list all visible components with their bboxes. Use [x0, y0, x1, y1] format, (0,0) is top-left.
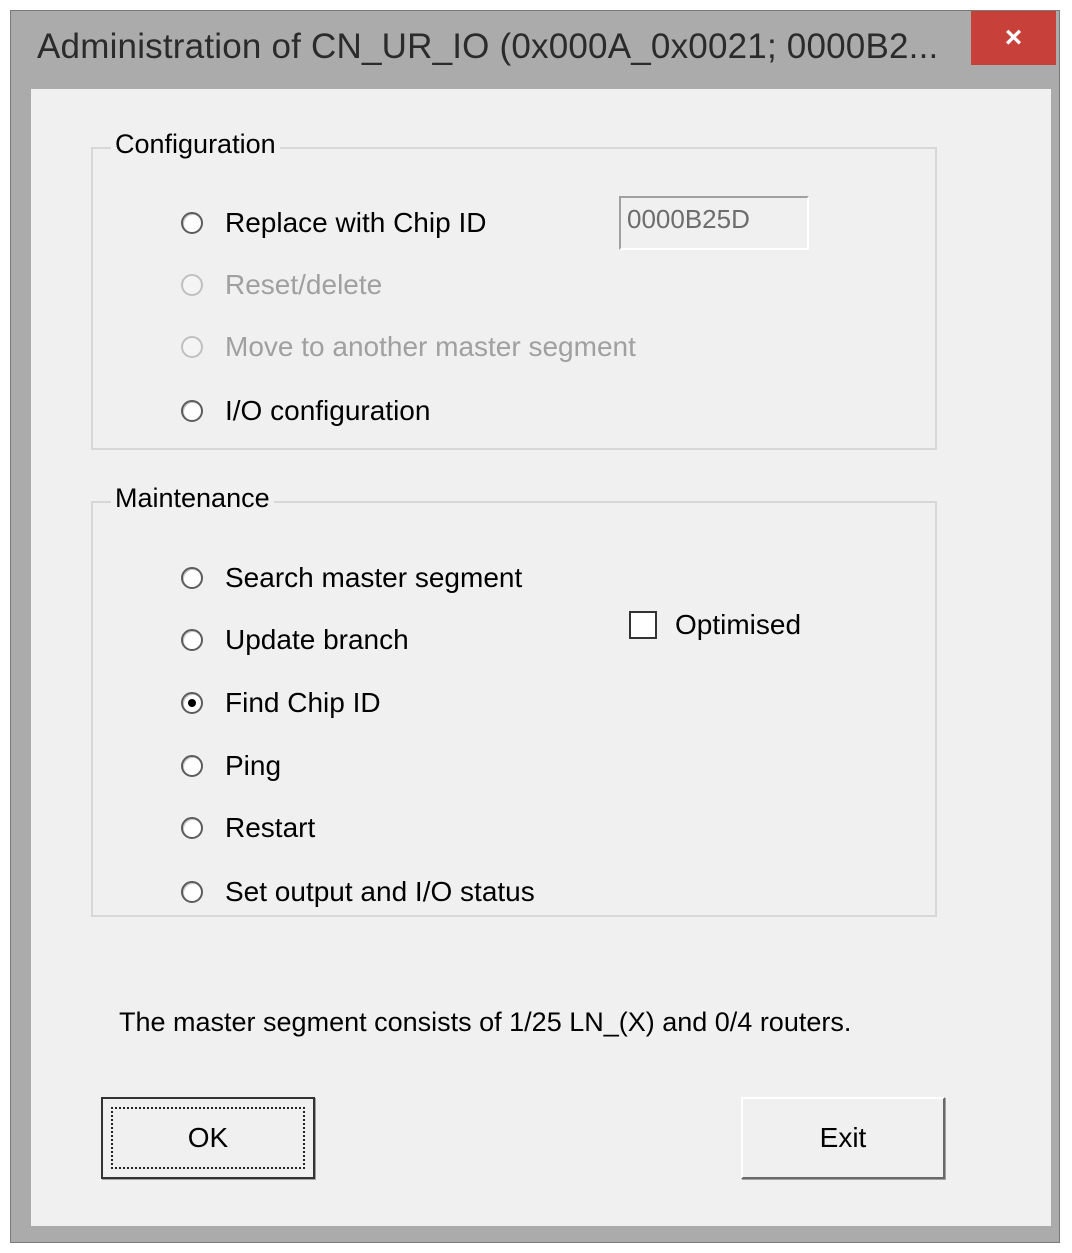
radio-circle[interactable] — [181, 567, 203, 589]
radio-circle[interactable] — [181, 817, 203, 839]
close-icon: × — [1004, 21, 1023, 54]
radio-update-branch[interactable]: Update branch — [181, 624, 409, 656]
exit-button-label: Exit — [819, 1122, 867, 1153]
radio-circle[interactable] — [181, 212, 203, 234]
close-button[interactable]: × — [971, 11, 1056, 65]
radio-label: Set output and I/O status — [225, 876, 535, 907]
radio-circle[interactable] — [181, 629, 203, 651]
radio-label: Restart — [225, 812, 316, 843]
optimised-checkbox[interactable] — [629, 611, 657, 639]
optimised-checkbox-row[interactable]: Optimised — [629, 609, 801, 641]
radio-move-to-master-segment: Move to another master segment — [181, 331, 636, 363]
radio-circle — [181, 274, 203, 296]
radio-circle[interactable] — [181, 881, 203, 903]
configuration-legend: Configuration — [111, 129, 280, 160]
radio-label: Find Chip ID — [225, 687, 381, 718]
radio-ping[interactable]: Ping — [181, 750, 281, 782]
radio-circle-selected[interactable] — [181, 692, 203, 714]
radio-set-output-io-status[interactable]: Set output and I/O status — [181, 876, 535, 908]
radio-label: Move to another master segment — [225, 331, 636, 362]
radio-reset-delete: Reset/delete — [181, 269, 382, 301]
chip-id-field[interactable]: 0000B25D — [619, 196, 809, 250]
window-title: Administration of CN_UR_IO (0x000A_0x002… — [37, 27, 939, 66]
radio-label: Replace with Chip ID — [225, 207, 487, 238]
radio-circle — [181, 336, 203, 358]
maintenance-legend: Maintenance — [111, 483, 274, 514]
radio-label: Reset/delete — [225, 269, 383, 300]
radio-search-master-segment[interactable]: Search master segment — [181, 562, 522, 594]
radio-circle[interactable] — [181, 400, 203, 422]
ok-button[interactable]: OK — [101, 1097, 315, 1179]
dialog-client-area: Configuration Replace with Chip ID 0000B… — [31, 89, 1051, 1226]
radio-label: I/O configuration — [225, 395, 431, 426]
master-segment-status: The master segment consists of 1/25 LN_(… — [119, 1007, 852, 1037]
exit-button[interactable]: Exit — [741, 1097, 945, 1179]
radio-label: Update branch — [225, 624, 409, 655]
radio-label: Search master segment — [225, 562, 523, 593]
radio-restart[interactable]: Restart — [181, 812, 315, 844]
focus-rectangle — [111, 1107, 305, 1169]
radio-find-chip-id[interactable]: Find Chip ID — [181, 687, 381, 719]
radio-label: Ping — [225, 750, 282, 781]
radio-replace-with-chip-id[interactable]: Replace with Chip ID — [181, 207, 486, 239]
dialog-window: Administration of CN_UR_IO (0x000A_0x002… — [10, 10, 1060, 1243]
radio-circle[interactable] — [181, 755, 203, 777]
optimised-label: Optimised — [675, 609, 802, 640]
radio-io-configuration[interactable]: I/O configuration — [181, 395, 430, 427]
